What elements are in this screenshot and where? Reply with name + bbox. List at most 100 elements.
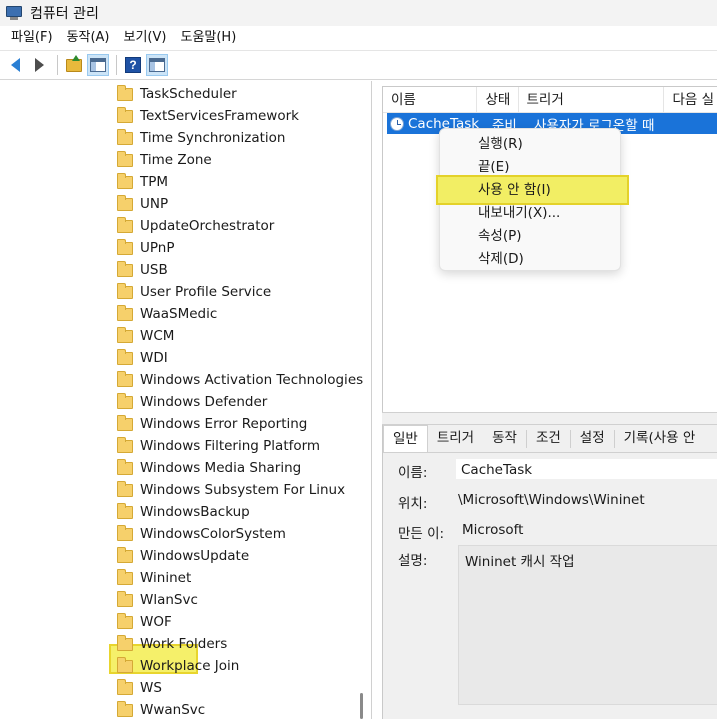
tree-item-wcm[interactable]: WCM <box>117 325 174 347</box>
folder-icon <box>117 84 133 101</box>
tree-item-label: Time Zone <box>140 152 212 168</box>
tree-item-ws[interactable]: WS <box>117 677 162 699</box>
tree-item-unp[interactable]: UNP <box>117 193 168 215</box>
tree-item-label: WS <box>140 680 162 696</box>
forward-button[interactable] <box>28 54 50 76</box>
tab-triggers[interactable]: 트리거 <box>428 425 483 452</box>
tree-item-wwansvc[interactable]: WwanSvc <box>117 699 205 719</box>
tree-item-windows-activation-technologies[interactable]: Windows Activation Technologies <box>117 369 363 391</box>
description-label: 설명: <box>398 553 428 569</box>
tree-item-label: UpdateOrchestrator <box>140 218 275 234</box>
tree-item-windows-media-sharing[interactable]: Windows Media Sharing <box>117 457 301 479</box>
description-field[interactable]: Wininet 캐시 작업 <box>458 545 717 705</box>
up-one-level-button[interactable] <box>63 54 85 76</box>
help-button[interactable]: ? <box>122 54 144 76</box>
folder-icon <box>117 216 133 233</box>
tree-item-label: Windows Media Sharing <box>140 460 302 476</box>
author-label: 만든 이: <box>398 526 445 542</box>
folder-icon <box>117 436 133 453</box>
tree-item-usb[interactable]: USB <box>117 259 168 281</box>
tree-item-windows-error-reporting[interactable]: Windows Error Reporting <box>117 413 307 435</box>
folder-icon <box>117 678 133 695</box>
name-field[interactable]: CacheTask <box>455 458 717 480</box>
tree-item-tpm[interactable]: TPM <box>117 171 168 193</box>
tree-item-label: Wininet <box>140 570 192 586</box>
tree-item-windows-subsystem-for-linux[interactable]: Windows Subsystem For Linux <box>117 479 345 501</box>
tree-item-label: WindowsBackup <box>140 504 250 520</box>
tree-item-work-folders[interactable]: Work Folders <box>117 633 227 655</box>
tree-item-windows-filtering-platform[interactable]: Windows Filtering Platform <box>117 435 320 457</box>
name-label: 이름: <box>398 465 428 481</box>
tree-item-label: WaaSMedic <box>140 306 218 322</box>
tree-item-label: WCM <box>140 328 175 344</box>
location-field[interactable]: \Microsoft\Windows\Wininet <box>453 489 717 511</box>
menu-view[interactable]: 보기(V) <box>117 26 174 50</box>
tree-item-label: User Profile Service <box>140 284 272 300</box>
tree-item-label: TPM <box>140 174 169 190</box>
tree-item-label: Windows Defender <box>140 394 268 410</box>
folder-icon <box>117 612 133 629</box>
tree-item-time-synchronization[interactable]: Time Synchronization <box>117 127 285 149</box>
back-button[interactable] <box>4 54 26 76</box>
tab-general[interactable]: 일반 <box>383 425 428 452</box>
column-header-next-run[interactable]: 다음 실 <box>664 87 717 113</box>
tree-item-label: USB <box>140 262 168 278</box>
tree-item-windowsupdate[interactable]: WindowsUpdate <box>117 545 249 567</box>
folder-icon <box>117 260 133 277</box>
menu-item-disable[interactable]: 사용 안 함(I) <box>478 179 551 202</box>
folder-icon <box>117 128 133 145</box>
menu-item-delete[interactable]: 삭제(D) <box>478 248 524 271</box>
tree-item-textservicesframework[interactable]: TextServicesFramework <box>117 105 299 127</box>
tree-item-label: TaskScheduler <box>140 86 237 102</box>
folder-icon <box>117 238 133 255</box>
menu-help[interactable]: 도움말(H) <box>173 26 243 50</box>
tree-item-waasmedic[interactable]: WaaSMedic <box>117 303 217 325</box>
tab-history[interactable]: 기록(사용 안 <box>615 425 705 452</box>
show-hide-tree-icon <box>90 58 106 72</box>
column-header-trigger[interactable]: 트리거 <box>519 87 665 113</box>
column-header-name[interactable]: 이름 <box>383 87 478 113</box>
tab-actions[interactable]: 동작 <box>483 425 526 452</box>
tree-item-windowsbackup[interactable]: WindowsBackup <box>117 501 250 523</box>
console-tree[interactable]: TaskScheduler TextServicesFramework Time S… <box>0 81 372 719</box>
tree-item-wdi[interactable]: WDI <box>117 347 168 369</box>
tree-item-windowscolorsystem[interactable]: WindowsColorSystem <box>117 523 286 545</box>
tree-item-wof[interactable]: WOF <box>117 611 172 633</box>
menu-action[interactable]: 동작(A) <box>60 26 117 50</box>
tree-item-upnp[interactable]: UPnP <box>117 237 174 259</box>
tab-conditions[interactable]: 조건 <box>527 425 570 452</box>
tree-item-updateorchestrator[interactable]: UpdateOrchestrator <box>117 215 274 237</box>
menu-item-run[interactable]: 실행(R) <box>478 133 523 156</box>
tree-item-wlansvc[interactable]: WlanSvc <box>117 589 198 611</box>
show-hide-tree-button[interactable] <box>87 54 109 76</box>
pane-splitter[interactable] <box>382 412 717 425</box>
general-tab-content: 이름: CacheTask 위치: \Microsoft\Windows\Win… <box>383 452 717 719</box>
folder-icon <box>117 524 133 541</box>
folder-icon <box>117 172 133 189</box>
column-header-status[interactable]: 상태 <box>477 87 519 113</box>
toolbar-separator <box>57 55 58 75</box>
tree-item-wininet[interactable]: Wininet <box>117 567 191 589</box>
menu-bar: 파일(F) 동작(A) 보기(V) 도움말(H) <box>0 26 717 50</box>
tree-item-user-profile-service[interactable]: User Profile Service <box>117 281 271 303</box>
tree-item-taskscheduler[interactable]: TaskScheduler <box>117 83 237 105</box>
menu-file[interactable]: 파일(F) <box>4 26 60 50</box>
folder-icon <box>117 370 133 387</box>
menu-item-properties[interactable]: 속성(P) <box>478 225 522 248</box>
folder-icon <box>117 304 133 321</box>
show-hide-action-pane-button[interactable] <box>146 54 168 76</box>
folder-icon <box>117 634 133 651</box>
menu-item-end[interactable]: 끝(E) <box>478 156 509 179</box>
tree-scrollbar-thumb[interactable] <box>360 693 363 719</box>
tree-item-time-zone[interactable]: Time Zone <box>117 149 212 171</box>
menu-item-export[interactable]: 내보내기(X)... <box>478 202 560 225</box>
author-field[interactable]: Microsoft <box>457 519 717 541</box>
tree-item-workplace-join[interactable]: Workplace Join <box>117 655 239 677</box>
folder-icon <box>117 458 133 475</box>
folder-icon <box>117 546 133 563</box>
folder-icon <box>117 194 133 211</box>
location-label: 위치: <box>398 496 428 512</box>
tab-settings[interactable]: 설정 <box>571 425 614 452</box>
tree-item-windows-defender[interactable]: Windows Defender <box>117 391 267 413</box>
up-folder-icon <box>66 54 82 72</box>
